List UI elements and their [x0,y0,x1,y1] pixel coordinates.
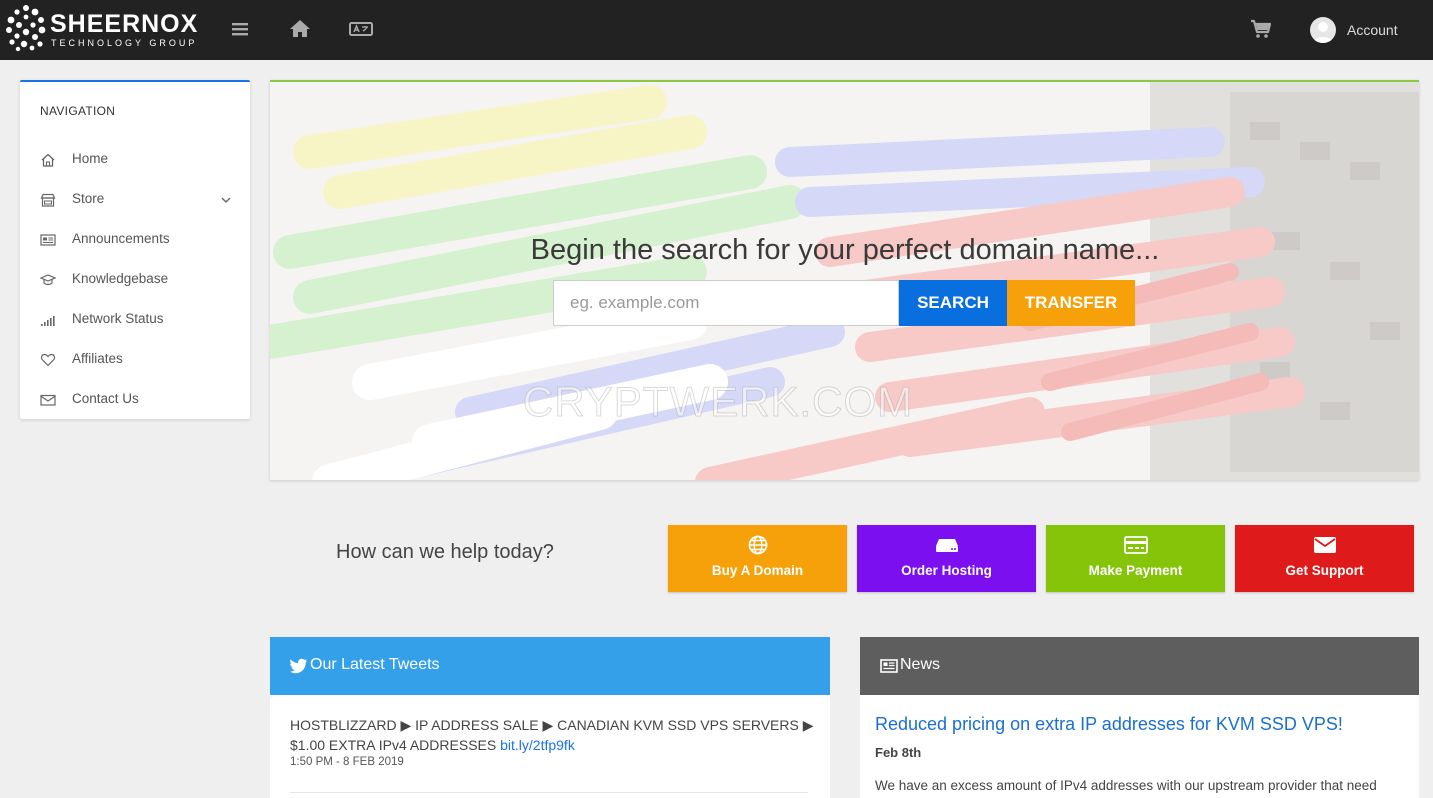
brand-tagline: TECHNOLOGY GROUP [51,38,198,48]
account-label: Account [1347,22,1398,38]
cart-button[interactable] [1249,18,1275,42]
brand-name: SHEERNOX [50,10,199,38]
server-icon [936,539,958,552]
shopping-cart-icon [1251,19,1272,38]
home-icon [290,20,310,37]
sidebar-item-label: Store [72,191,105,206]
envelope-icon [40,394,56,406]
news-item-body: We have an excess amount of IPv4 address… [875,778,1377,793]
globe-icon [748,535,768,555]
sidebar-item-contact-us[interactable]: Contact Us [20,380,250,420]
avatar [1310,17,1336,43]
action-label: Buy A Domain [711,563,804,578]
sidebar-item-label: Announcements [72,231,170,246]
domain-search-hero: Begin the search for your perfect domain… [270,80,1419,480]
home-icon [41,153,55,167]
sidebar-item-store[interactable]: Store [20,180,250,220]
sidebar-item-label: Network Status [72,311,164,326]
sidebar-item-label: Knowledgebase [72,271,169,286]
sidebar-item-knowledgebase[interactable]: Knowledgebase [20,260,250,300]
buy-domain-button[interactable]: Buy A Domain [668,525,847,592]
sidebar-item-label: Contact Us [72,391,139,406]
sidebar-item-label: Affiliates [72,351,123,366]
news-panel-header: News [860,637,1419,695]
brand-mark-icon [6,5,46,52]
chevron-down-icon[interactable] [220,194,232,206]
tweet-text: HOSTBLIZZARD ▶ IP ADDRESS SALE ▶ CANADIA… [290,715,815,755]
news-item-date: Feb 8th [875,745,922,760]
transfer-button[interactable]: TRANSFER [1007,280,1135,326]
sidebar-item-home[interactable]: Home [20,140,250,180]
domain-search-input[interactable] [553,280,899,326]
tweets-panel: Our Latest Tweets HOSTBLIZZARD ▶ IP ADDR… [270,637,830,798]
hamburger-icon [232,23,248,36]
account-menu[interactable]: Account [1310,16,1420,44]
search-button[interactable]: SEARCH [899,280,1007,326]
tweets-panel-header: Our Latest Tweets [270,637,830,695]
tweet-timestamp: 1:50 PM - 8 FEB 2019 [290,756,404,768]
get-support-button[interactable]: Get Support [1235,525,1414,592]
signal-bars-icon [41,316,55,326]
news-panel: News Reduced pricing on extra IP address… [860,637,1419,798]
sidebar-item-network-status[interactable]: Network Status [20,300,250,340]
hero-title: Begin the search for your perfect domain… [530,234,1160,266]
divider [290,792,808,793]
language-icon [349,22,373,36]
language-button[interactable] [348,18,374,42]
tweets-panel-title: Our Latest Tweets [310,656,440,673]
sidebar-item-label: Home [72,151,109,166]
make-payment-button[interactable]: Make Payment [1046,525,1225,592]
navigation-title: NAVIGATION [40,104,116,118]
watermark: CRYPTWERK.COM [522,378,914,426]
sidebar-item-announcements[interactable]: Announcements [20,220,250,260]
news-item-title-link[interactable]: Reduced pricing on extra IP addresses fo… [875,714,1343,735]
action-label: Make Payment [1088,563,1183,578]
action-label: Get Support [1285,563,1364,578]
action-label: Order Hosting [901,563,992,578]
help-heading: How can we help today? [336,541,554,563]
order-hosting-button[interactable]: Order Hosting [857,525,1036,592]
credit-card-icon [1124,536,1148,554]
user-avatar-icon [1313,22,1333,43]
news-panel-title: News [900,656,941,673]
menu-toggle-button[interactable] [229,18,255,42]
heart-icon [40,353,56,367]
envelope-icon [1314,537,1336,553]
tweet-link[interactable]: bit.ly/2tfp9fk [500,737,575,753]
sidebar-item-affiliates[interactable]: Affiliates [20,340,250,380]
brand-logo[interactable]: SHEERNOX TECHNOLOGY GROUP [4,4,214,54]
home-nav-button[interactable] [288,18,314,42]
announcements-icon [40,234,56,246]
navigation-panel: NAVIGATION Home Store Announcements Know… [20,80,250,419]
twitter-icon [290,658,307,674]
graduation-cap-icon [40,274,56,286]
store-icon [40,193,56,207]
newspaper-icon [880,659,898,673]
top-bar: SHEERNOX TECHNOLOGY GROUP Account [0,0,1433,60]
